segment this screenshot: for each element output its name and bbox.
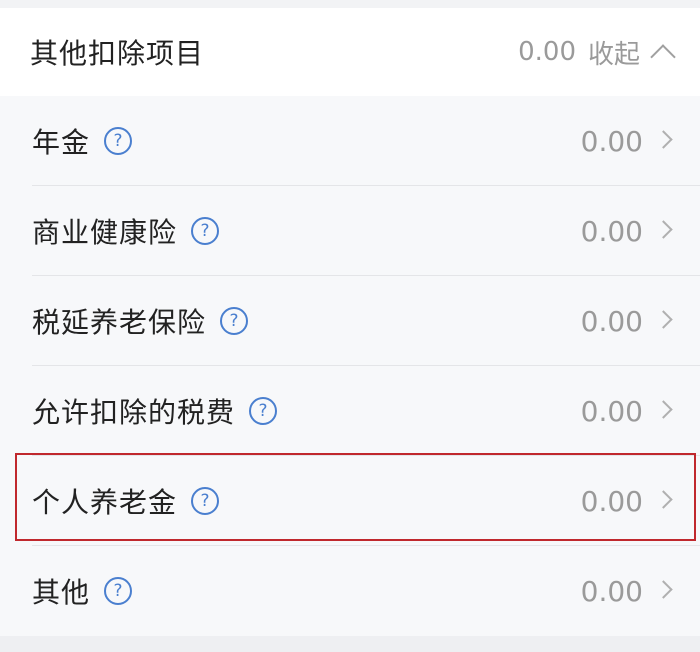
help-icon[interactable]: ? [220,307,249,335]
deductions-screen: 其他扣除项目 0.00 收起 年金 ? 0.00 商业健康险 ? 0.00 税延… [0,0,700,652]
row-right: 0.00 [580,214,673,248]
collapse-toggle[interactable]: 0.00 收起 [518,34,676,71]
row-personal-pension[interactable]: 个人养老金 ? 0.00 [0,456,700,546]
section-title: 其他扣除项目 [30,37,205,70]
row-other[interactable]: 其他 ? 0.00 [0,546,700,636]
row-right: 0.00 [580,394,673,428]
row-left: 允许扣除的税费 ? [32,391,278,431]
row-left: 其他 ? [32,571,133,611]
row-value: 0.00 [580,574,643,608]
row-value: 0.00 [580,484,643,518]
help-icon[interactable]: ? [191,487,220,515]
deduction-list: 年金 ? 0.00 商业健康险 ? 0.00 税延养老保险 ? 0.00 允许扣… [0,96,700,636]
row-label: 税延养老保险 [32,306,207,339]
help-icon[interactable]: ? [104,127,133,155]
row-right: 0.00 [580,304,673,338]
row-label: 商业健康险 [32,216,178,249]
row-left: 税延养老保险 ? [32,301,249,341]
row-value: 0.00 [580,394,643,428]
chevron-right-icon[interactable] [654,489,673,509]
chevron-up-icon[interactable] [650,44,676,70]
chevron-right-icon[interactable] [654,309,673,329]
row-annuity[interactable]: 年金 ? 0.00 [0,96,700,186]
row-right: 0.00 [580,124,673,158]
chevron-right-icon[interactable] [654,399,673,419]
bottom-spacer [0,636,700,652]
row-label: 年金 [32,126,91,159]
row-label: 其他 [32,576,91,609]
chevron-right-icon[interactable] [654,219,673,239]
row-commercial-health-insurance[interactable]: 商业健康险 ? 0.00 [0,186,700,276]
row-deductible-taxes-fees[interactable]: 允许扣除的税费 ? 0.00 [0,366,700,456]
row-label: 个人养老金 [32,486,178,519]
chevron-right-icon[interactable] [654,129,673,149]
row-value: 0.00 [580,124,643,158]
help-icon[interactable]: ? [191,217,220,245]
row-left: 商业健康险 ? [32,211,220,251]
help-icon[interactable]: ? [104,577,133,605]
row-tax-deferred-pension-insurance[interactable]: 税延养老保险 ? 0.00 [0,276,700,366]
row-label: 允许扣除的税费 [32,396,236,429]
row-left: 个人养老金 ? [32,481,220,521]
row-value: 0.00 [580,214,643,248]
row-right: 0.00 [580,574,673,608]
row-right: 0.00 [580,484,673,518]
section-total: 0.00 [518,37,576,67]
collapse-label[interactable]: 收起 [588,34,640,71]
chevron-right-icon[interactable] [654,579,673,599]
row-left: 年金 ? [32,121,133,161]
row-value: 0.00 [580,304,643,338]
top-spacer [0,0,700,8]
help-icon[interactable]: ? [249,397,278,425]
other-deductions-header[interactable]: 其他扣除项目 0.00 收起 [0,8,700,96]
